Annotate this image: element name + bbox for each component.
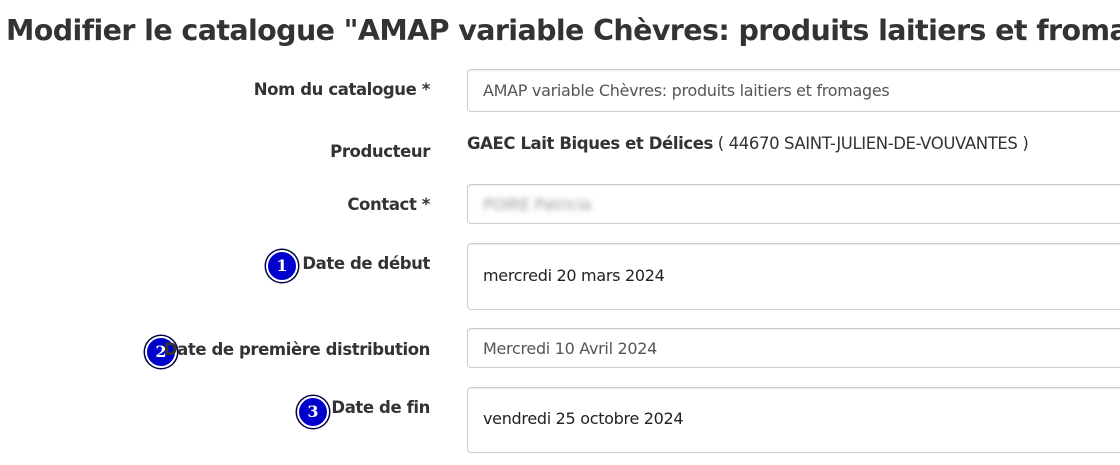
start-date-label: Date de début bbox=[302, 254, 430, 273]
contact-label: Contact * bbox=[347, 195, 430, 214]
catalog-name-label: Nom du catalogue * bbox=[253, 80, 431, 99]
end-date-input[interactable]: vendredi 25 octobre 2024 bbox=[467, 387, 1120, 453]
contact-select[interactable]: POIRE Patricia bbox=[467, 184, 1120, 224]
catalog-name-value: AMAP variable Chèvres: produits laitiers… bbox=[483, 81, 890, 100]
contact-value: POIRE Patricia bbox=[483, 195, 592, 214]
step-badge-3: 3 bbox=[297, 396, 329, 428]
end-date-value: vendredi 25 octobre 2024 bbox=[483, 409, 684, 428]
step-badge-1: 1 bbox=[266, 250, 298, 282]
first-distribution-label: Date de première distribution bbox=[163, 340, 431, 359]
start-date-value: mercredi 20 mars 2024 bbox=[483, 266, 665, 285]
catalog-name-input[interactable]: AMAP variable Chèvres: produits laitiers… bbox=[467, 69, 1120, 112]
first-distribution-input[interactable]: Mercredi 10 Avril 2024 bbox=[467, 328, 1120, 368]
producer-location: ( 44670 SAINT-JULIEN-DE-VOUVANTES ) bbox=[717, 134, 1029, 153]
producer-value: GAEC Lait Biques et Délices ( 44670 SAIN… bbox=[467, 134, 1029, 153]
producer-name: GAEC Lait Biques et Délices bbox=[467, 134, 713, 153]
end-date-label: Date de fin bbox=[331, 398, 430, 417]
producer-label: Producteur bbox=[330, 142, 430, 161]
edit-catalog-page: Modifier le catalogue "AMAP variable Chè… bbox=[0, 0, 1120, 465]
page-title: Modifier le catalogue "AMAP variable Chè… bbox=[6, 14, 1120, 47]
start-date-input[interactable]: mercredi 20 mars 2024 bbox=[467, 243, 1120, 310]
first-distribution-value: Mercredi 10 Avril 2024 bbox=[483, 339, 658, 358]
